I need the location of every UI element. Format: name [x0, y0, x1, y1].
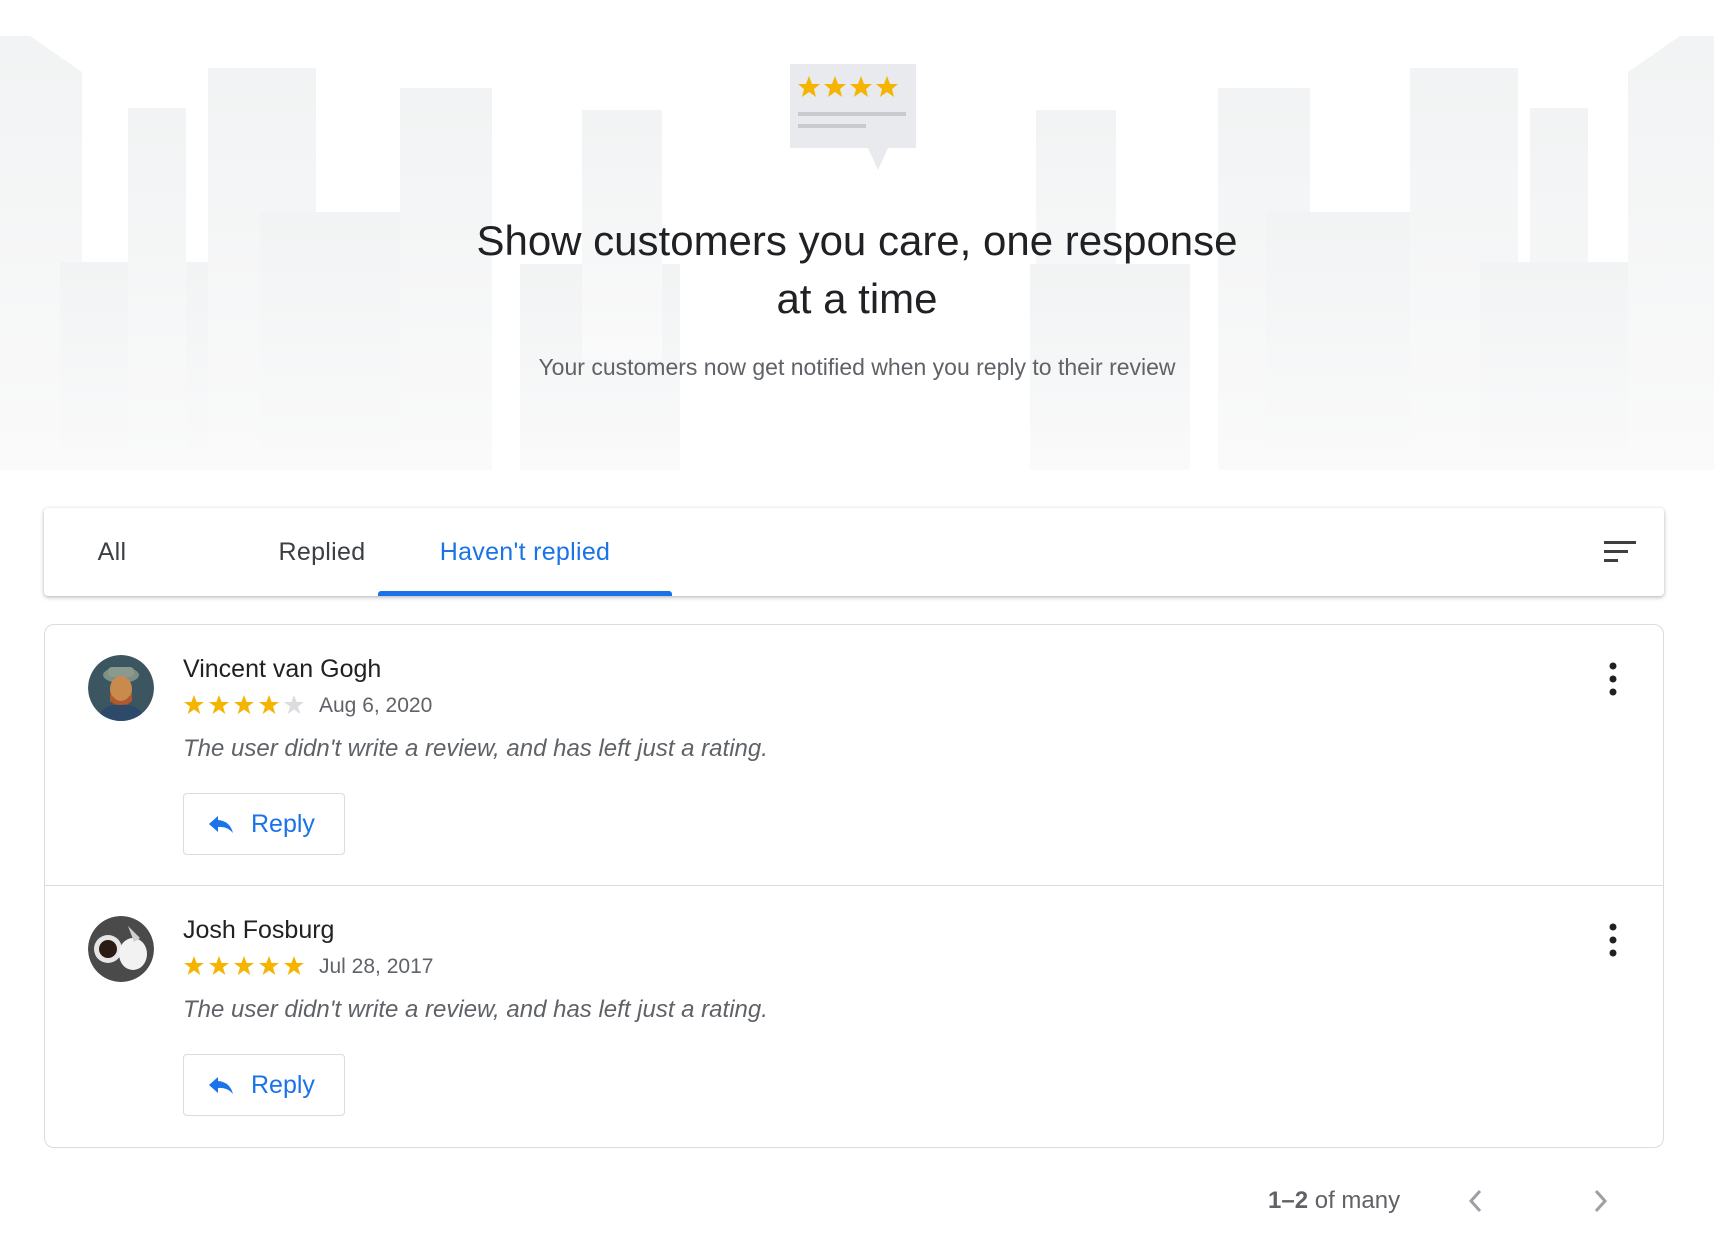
hero-title: Show customers you care, one response at… [476, 217, 1238, 322]
star-rating [184, 695, 304, 714]
star-icon [259, 956, 279, 975]
reply-button[interactable]: Reply [183, 1054, 345, 1116]
review-item: Josh Fosburg Jul 28, 2017 The user didn'… [45, 885, 1663, 1146]
reviewer-name[interactable]: Vincent van Gogh [183, 655, 381, 684]
review-text: The user didn't write a review, and has … [183, 996, 768, 1023]
star-icon [234, 695, 254, 714]
chevron-right-icon[interactable] [1586, 1186, 1614, 1216]
active-tab-indicator [378, 591, 672, 596]
review-item: Vincent van Gogh Aug 6, 2020 The user di… [45, 625, 1663, 885]
review-bubble-stars-icon [790, 64, 916, 170]
tab-label: Replied [278, 538, 366, 566]
tab-all[interactable]: All [44, 508, 180, 596]
tab-label: All [97, 538, 127, 566]
star-icon [259, 695, 279, 714]
review-list: Vincent van Gogh Aug 6, 2020 The user di… [44, 624, 1664, 1148]
hero-subtitle: Your customers now get notified when you… [538, 354, 1176, 380]
hero-banner: Show customers you care, one response at… [0, 0, 1714, 470]
sort-icon[interactable] [1602, 534, 1638, 570]
reply-label: Reply [251, 810, 315, 838]
pagination-info: 1–2 of many [1268, 1186, 1400, 1216]
star-icon [209, 695, 229, 714]
tab-havent-replied[interactable]: Haven't replied [378, 508, 672, 596]
star-empty-icon [284, 695, 304, 714]
review-text: The user didn't write a review, and has … [183, 735, 768, 762]
star-icon [184, 956, 204, 975]
review-date: Aug 6, 2020 [319, 694, 433, 717]
review-date: Jul 28, 2017 [319, 955, 434, 978]
chevron-left-icon[interactable] [1462, 1186, 1490, 1216]
star-icon [234, 956, 254, 975]
avatar[interactable] [88, 655, 154, 721]
reply-label: Reply [251, 1071, 315, 1099]
more-options-icon[interactable] [1607, 661, 1619, 697]
avatar[interactable] [88, 916, 154, 982]
star-rating [184, 956, 304, 975]
star-icon [184, 695, 204, 714]
reply-arrow-icon [209, 1077, 233, 1094]
reply-arrow-icon [209, 816, 233, 833]
pagination-suffix: of many [1308, 1187, 1401, 1214]
star-icon [284, 956, 304, 975]
more-options-icon[interactable] [1607, 922, 1619, 958]
tab-label: Haven't replied [439, 538, 611, 566]
reply-button[interactable]: Reply [183, 793, 345, 855]
reviewer-name[interactable]: Josh Fosburg [183, 916, 334, 945]
star-icon [209, 956, 229, 975]
pagination-range: 1–2 [1268, 1187, 1309, 1214]
review-filter-tabs: All Replied Haven't replied [44, 508, 1664, 596]
